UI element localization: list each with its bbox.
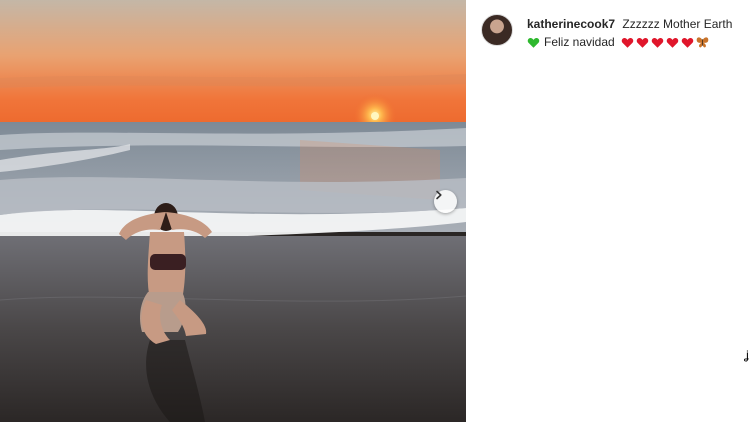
caption-line2-text: Feliz navidad <box>544 35 615 49</box>
post-caption: katherinecook7 Zzzzzz Mother Earth Feliz… <box>527 16 742 51</box>
red-heart-icon <box>621 38 633 48</box>
caption-text: Zzzzzz Mother Earth <box>622 17 733 31</box>
edge-mark: ʝ <box>744 348 749 362</box>
emoji-row <box>621 36 709 49</box>
avatar[interactable] <box>481 14 513 46</box>
butterfly-icon <box>696 37 709 48</box>
post-photo[interactable] <box>0 0 466 422</box>
username-link[interactable]: katherinecook7 <box>527 17 615 31</box>
red-heart-icon <box>636 38 648 48</box>
chevron-right-icon <box>436 190 442 200</box>
red-heart-icon <box>651 38 663 48</box>
red-heart-icon <box>681 38 693 48</box>
red-heart-icon <box>666 38 678 48</box>
green-heart-icon <box>527 38 540 48</box>
post-side-panel <box>466 0 750 422</box>
beach-sunset-image <box>0 0 466 422</box>
carousel-next-button[interactable] <box>434 190 457 213</box>
